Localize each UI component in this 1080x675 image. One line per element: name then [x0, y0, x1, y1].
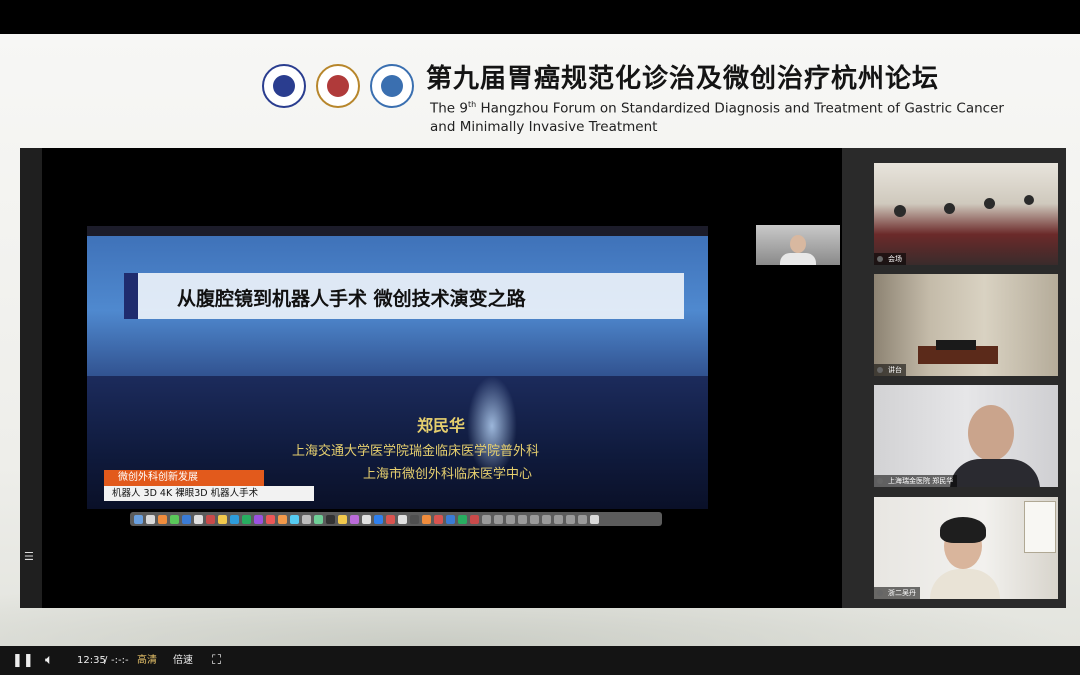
participant-tile-speaker[interactable]: 上海瑞金医院 郑民华 — [874, 385, 1058, 487]
volume-icon[interactable]: 🔈︎ — [45, 646, 53, 675]
dock-app-icon[interactable] — [446, 514, 455, 524]
current-time: 12:35 — [77, 655, 106, 666]
dock-app-icon[interactable] — [242, 514, 251, 524]
dock-app-icon[interactable] — [194, 514, 203, 524]
participant-label: 讲台 — [874, 364, 906, 376]
participant-tile-remote[interactable]: 浙二吴丹 — [874, 497, 1058, 599]
dock-app-icon[interactable] — [530, 514, 539, 524]
dock-app-icon[interactable] — [182, 514, 191, 524]
dock-app-icon[interactable] — [134, 514, 143, 524]
dock-app-icon[interactable] — [326, 514, 335, 524]
presenter-head — [790, 235, 806, 253]
dock-app-icon[interactable] — [410, 514, 419, 524]
forum-subtitle: The 9th Hangzhou Forum on Standardized D… — [430, 100, 1004, 135]
dock-app-icon[interactable] — [350, 514, 359, 524]
dock-app-icon[interactable] — [398, 514, 407, 524]
dock-app-icon[interactable] — [230, 514, 239, 524]
dock-app-icon[interactable] — [422, 514, 431, 524]
speaker-affiliation-1: 上海交通大学医学院瑞金临床医学院普外科 — [292, 444, 540, 459]
slide-title: 从腹腔镜到机器人手术 微创技术演变之路 — [177, 288, 526, 310]
dock-app-icon[interactable] — [566, 514, 575, 524]
dock-app-icon[interactable] — [458, 514, 467, 524]
dock-app-icon[interactable] — [314, 514, 323, 524]
dock-app-icon[interactable] — [362, 514, 371, 524]
dock-app-icon[interactable] — [470, 514, 479, 524]
dock-app-icon[interactable] — [482, 514, 491, 524]
dock-app-icon[interactable] — [554, 514, 563, 524]
time-separator: / — [104, 655, 108, 666]
quality-button[interactable]: 高清 — [137, 646, 157, 675]
dock-app-icon[interactable] — [218, 514, 227, 524]
speed-button[interactable]: 倍速 — [173, 646, 193, 675]
shared-slide: 从腹腔镜到机器人手术 微创技术演变之路 郑民华 上海交通大学医学院瑞金临床医学院… — [87, 226, 708, 509]
dock-app-icon[interactable] — [434, 514, 443, 524]
fullscreen-icon[interactable]: ⛶ — [212, 646, 221, 675]
dock-app-icon[interactable] — [158, 514, 167, 524]
dock-app-icon[interactable] — [266, 514, 275, 524]
logo-group — [262, 64, 414, 108]
hospital-logo-3 — [370, 64, 414, 108]
presenter-pip-video[interactable] — [756, 225, 840, 265]
dock-app-icon[interactable] — [254, 514, 263, 524]
dock-app-icon[interactable] — [278, 514, 287, 524]
dock-app-icon[interactable] — [578, 514, 587, 524]
top-letterbox — [0, 0, 1080, 34]
left-strip — [20, 148, 42, 608]
participant-tile-podium[interactable]: 讲台 — [874, 274, 1058, 376]
speaker-affiliation-2: 上海市微创外科临床医学中心 — [363, 467, 533, 482]
participant-label: 上海瑞金医院 郑民华 — [874, 475, 958, 487]
dock-app-icon[interactable] — [338, 514, 347, 524]
video-frame: 第九届胃癌规范化诊治及微创治疗杭州论坛 The 9th Hangzhou For… — [0, 0, 1080, 675]
app-dock — [130, 512, 662, 526]
dock-app-icon[interactable] — [386, 514, 395, 524]
dock-app-icon[interactable] — [146, 514, 155, 524]
dock-app-icon[interactable] — [302, 514, 311, 524]
dock-app-icon[interactable] — [374, 514, 383, 524]
topic-tag-orange: 微创外科创新发展 — [104, 470, 264, 486]
participant-label: 浙二吴丹 — [874, 587, 920, 599]
participant-tile-venue[interactable]: 会场 — [874, 163, 1058, 265]
forum-title: 第九届胃癌规范化诊治及微创治疗杭州论坛 — [426, 64, 940, 94]
list-icon[interactable]: ☰ — [24, 551, 38, 563]
pause-icon[interactable]: ❚❚ — [12, 646, 34, 675]
slide-title-accent — [124, 273, 138, 319]
presenter-body — [780, 253, 816, 265]
dock-app-icon[interactable] — [542, 514, 551, 524]
player-controls: ❚❚ 🔈︎ 12:35 / -:-:- 高清 倍速 ⛶ — [0, 646, 1080, 675]
dock-app-icon[interactable] — [290, 514, 299, 524]
hospital-logo-1 — [262, 64, 306, 108]
dock-app-icon[interactable] — [590, 514, 599, 524]
dock-app-icon[interactable] — [170, 514, 179, 524]
dock-app-icon[interactable] — [506, 514, 515, 524]
topic-tag-white: 机器人 3D 4K 裸眼3D 机器人手术 — [104, 486, 314, 501]
dock-app-icon[interactable] — [494, 514, 503, 524]
duration: -:-:- — [111, 655, 129, 666]
dock-app-icon[interactable] — [206, 514, 215, 524]
hospital-logo-2 — [316, 64, 360, 108]
speaker-name: 郑民华 — [417, 416, 466, 435]
tower-glow — [467, 376, 517, 476]
participant-label: 会场 — [874, 253, 906, 265]
dock-app-icon[interactable] — [518, 514, 527, 524]
slide-menubar — [87, 226, 708, 236]
